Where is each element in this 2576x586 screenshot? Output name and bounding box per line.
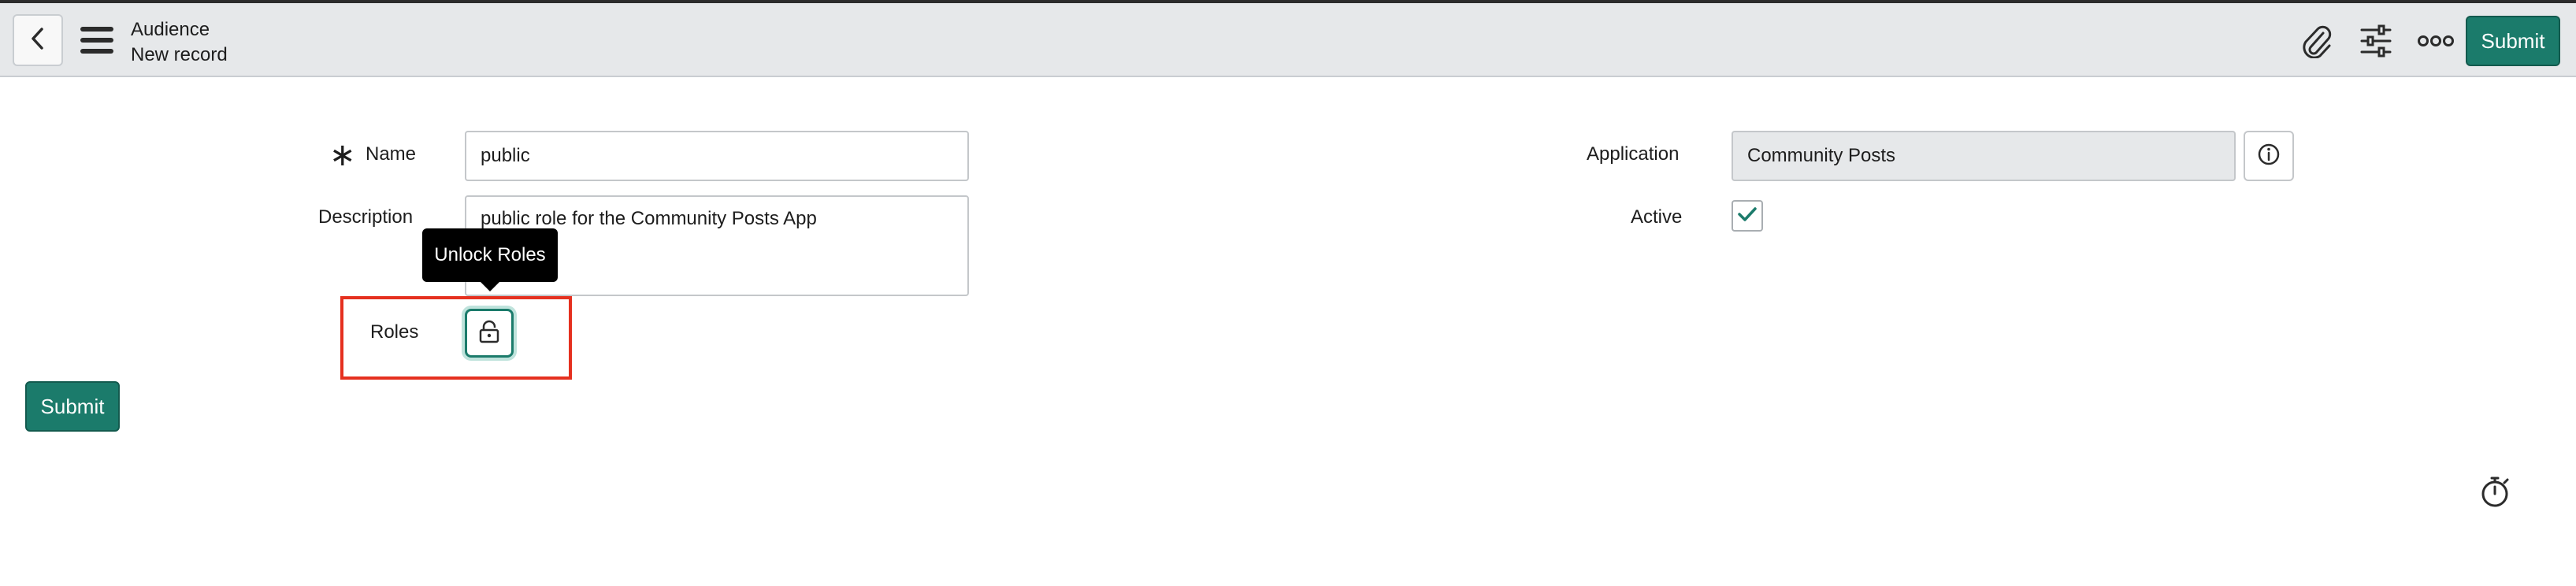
application-field: Community Posts <box>1732 131 2236 181</box>
stopwatch-icon[interactable] <box>2478 474 2513 509</box>
sliders-icon[interactable] <box>2359 24 2393 58</box>
chevron-left-icon <box>28 26 47 55</box>
unlock-roles-tooltip: Unlock Roles <box>422 228 558 282</box>
header-titles: Audience New record <box>131 17 228 68</box>
name-input[interactable]: public <box>465 131 969 181</box>
header-submit-button[interactable]: Submit <box>2466 16 2560 66</box>
highlight-box <box>340 296 572 380</box>
tooltip-arrow <box>479 280 501 291</box>
name-label: Name <box>366 143 417 165</box>
back-button[interactable] <box>13 14 63 66</box>
checkmark-icon <box>1737 206 1758 227</box>
form-header: Audience New record Submit <box>0 3 2576 77</box>
description-label: Description <box>318 206 414 228</box>
paperclip-icon[interactable] <box>2299 24 2333 58</box>
required-indicator-icon: ∗ <box>329 138 356 172</box>
more-options-icon[interactable] <box>2417 24 2455 58</box>
form-submit-button[interactable]: Submit <box>25 381 120 432</box>
hamburger-menu-icon[interactable] <box>80 27 113 54</box>
active-checkbox[interactable] <box>1732 200 1763 232</box>
unlock-roles-button[interactable] <box>465 309 514 358</box>
application-info-button[interactable] <box>2244 131 2294 181</box>
application-label: Application <box>1587 143 1680 165</box>
lock-icon <box>478 320 500 347</box>
page-subtitle: New record <box>131 44 228 65</box>
page-title: Audience <box>131 19 210 40</box>
info-icon <box>2257 143 2281 170</box>
active-label: Active <box>1631 206 1683 228</box>
